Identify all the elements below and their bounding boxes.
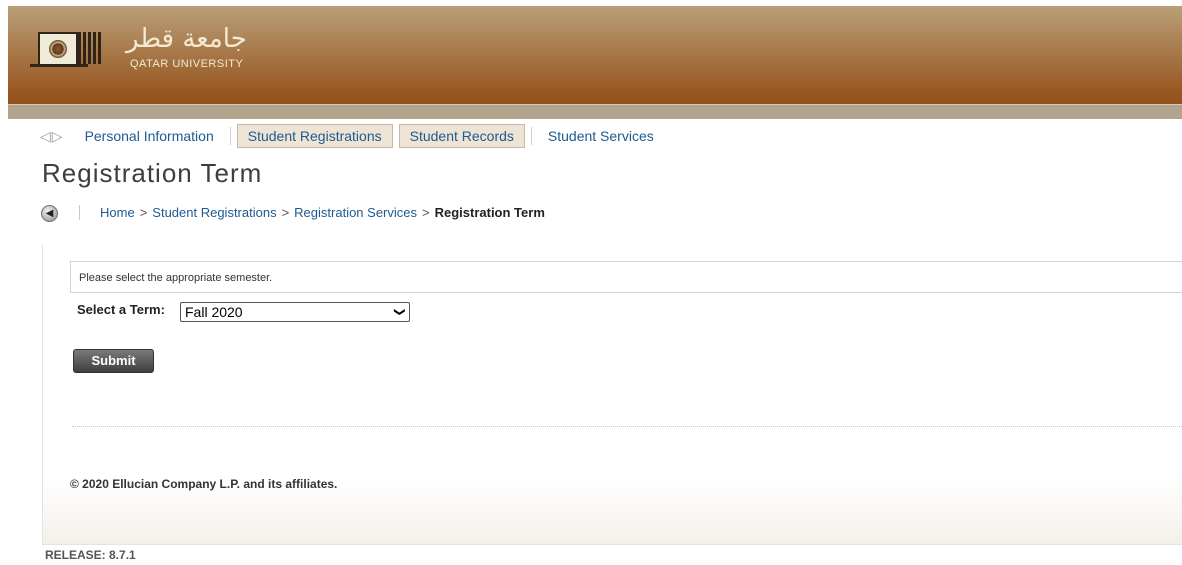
triangle-left-icon[interactable]: ◁ [40,128,51,145]
chevron-down-icon: ❯ [393,307,406,317]
breadcrumb-separator: > [281,205,290,220]
tab-student-services[interactable]: Student Services [538,125,664,147]
breadcrumb-separator: > [422,205,430,220]
back-arrow-icon[interactable]: ◀ [41,205,58,222]
tab-personal-information[interactable]: Personal Information [75,125,224,147]
submit-button[interactable]: Submit [73,349,154,373]
release-version: RELEASE: 8.7.1 [45,548,136,562]
breadcrumb: Home > Student Registrations > Registrat… [100,205,545,220]
triangle-right-icon[interactable]: ▷ [52,128,63,145]
tab-scroll-arrows: ◁ ▷ [40,128,63,145]
page-title: Registration Term [42,158,263,188]
header-strip [8,104,1182,119]
logo-english-text: QATAR UNIVERSITY [130,58,244,70]
tab-divider [229,127,231,145]
breadcrumb-registration-services[interactable]: Registration Services [294,205,417,220]
breadcrumb-divider [79,205,80,220]
info-message: Please select the appropriate semester. [70,261,1182,293]
breadcrumb-student-registrations[interactable]: Student Registrations [152,205,276,220]
logo-arabic-text: جامعة قطر [126,24,247,54]
header-banner: جامعة قطر QATAR UNIVERSITY [8,6,1182,119]
term-select-value: Fall 2020 [185,304,243,320]
tab-student-records[interactable]: Student Records [398,124,525,148]
tab-student-registrations[interactable]: Student Registrations [236,124,393,148]
breadcrumb-separator: > [139,205,148,220]
breadcrumb-current: Registration Term [434,205,545,220]
copyright-text: © 2020 Ellucian Company L.P. and its aff… [70,477,338,491]
term-select[interactable]: Fall 2020 ❯ [180,302,410,322]
logo-seal-icon [38,32,78,66]
divider [72,426,1182,427]
university-logo[interactable]: جامعة قطر QATAR UNIVERSITY [30,24,270,74]
breadcrumb-home[interactable]: Home [100,205,135,220]
main-tabs: ◁ ▷ Personal Information Student Registr… [40,124,670,148]
logo-building-icon [78,32,102,64]
tab-divider [530,127,532,145]
term-label: Select a Term: [77,302,165,317]
